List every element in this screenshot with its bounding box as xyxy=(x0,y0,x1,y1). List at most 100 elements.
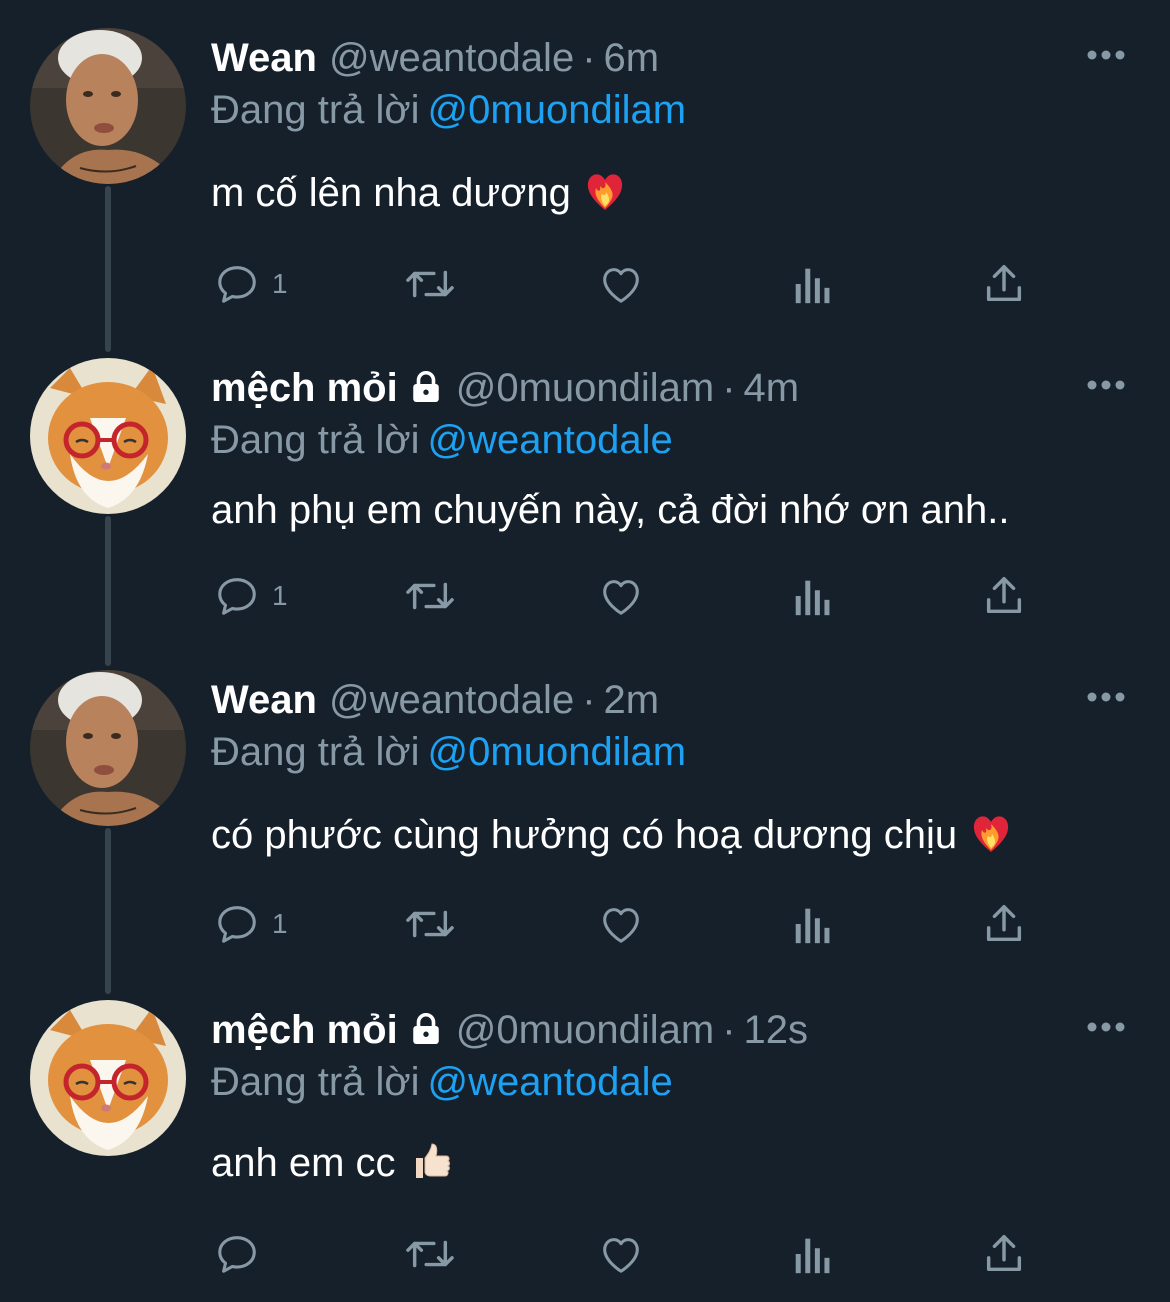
like-button[interactable] xyxy=(597,898,645,950)
reply-icon xyxy=(218,578,256,615)
analytics-button[interactable] xyxy=(792,258,832,310)
person-avatar-image xyxy=(30,670,186,826)
heart-icon xyxy=(603,268,639,303)
avatar[interactable] xyxy=(30,1000,186,1156)
tweet-header: Wean @weantodale · 2m xyxy=(211,678,659,722)
mention-link[interactable]: @0muondilam xyxy=(428,88,687,132)
user-handle[interactable]: @0muondilam xyxy=(456,366,715,410)
replying-label: Đang trả lời xyxy=(211,730,420,774)
reply-button[interactable]: 1 xyxy=(214,258,288,310)
mention-link[interactable]: @0muondilam xyxy=(428,730,687,774)
timestamp[interactable]: 4m xyxy=(744,366,800,410)
retweet-icon xyxy=(406,1240,454,1268)
tweet-text-content: anh phụ em chuyến này, cả đời nhớ ơn anh… xyxy=(211,488,1010,532)
analytics-button[interactable] xyxy=(792,898,832,950)
share-icon xyxy=(986,265,1022,302)
replying-to: Đang trả lời @weantodale xyxy=(211,418,673,462)
mention-link[interactable]: @weantodale xyxy=(428,1060,673,1104)
share-button[interactable] xyxy=(981,570,1027,622)
heart-on-fire-emoji xyxy=(971,810,1011,863)
reply-icon xyxy=(218,1236,256,1273)
retweet-icon xyxy=(406,910,454,938)
display-name[interactable]: Wean xyxy=(211,36,317,80)
analytics-icon xyxy=(795,268,830,304)
tweet[interactable]: Wean @weantodale · 2m Đang trả lời @0muondil… xyxy=(0,642,1170,972)
analytics-button[interactable] xyxy=(792,1228,832,1280)
more-options-icon[interactable] xyxy=(1086,378,1126,390)
retweet-button[interactable] xyxy=(404,1228,456,1280)
analytics-button[interactable] xyxy=(792,570,832,622)
tweet-actions xyxy=(0,1228,1170,1280)
reply-count: 1 xyxy=(272,268,288,299)
display-name[interactable]: mệch mỏi xyxy=(211,1008,398,1052)
replying-label: Đang trả lời xyxy=(211,1060,420,1104)
retweet-icon xyxy=(406,270,454,298)
reply-button[interactable] xyxy=(214,1228,272,1280)
more-options-icon[interactable] xyxy=(1086,690,1126,702)
user-handle[interactable]: @weantodale xyxy=(329,36,574,80)
replying-label: Đang trả lời xyxy=(211,88,420,132)
tweet-header: Wean @weantodale · 6m xyxy=(211,36,659,80)
cat-avatar-image xyxy=(30,358,186,514)
retweet-icon xyxy=(406,582,454,610)
tweet-actions: 1 xyxy=(0,570,1170,622)
analytics-icon xyxy=(795,1238,830,1274)
retweet-button[interactable] xyxy=(404,258,456,310)
more-options-icon[interactable] xyxy=(1086,48,1126,60)
timestamp[interactable]: 6m xyxy=(604,36,660,80)
reply-count: 1 xyxy=(272,580,288,611)
retweet-button[interactable] xyxy=(404,898,456,950)
analytics-icon xyxy=(795,908,830,944)
heart-icon xyxy=(603,1238,639,1273)
tweet[interactable]: Wean @weantodale · 6m Đang trả lời @0muondil… xyxy=(0,0,1170,330)
tweet-text-content: có phước cùng hưởng có hoạ dương chịu xyxy=(211,813,958,857)
reply-count: 1 xyxy=(272,908,288,939)
like-button[interactable] xyxy=(597,1228,645,1280)
more-options-icon[interactable] xyxy=(1086,1020,1126,1032)
tweet-header: mệch mỏi @0muondilam · 4m xyxy=(211,366,799,414)
share-button[interactable] xyxy=(981,1228,1027,1280)
tweet[interactable]: mệch mỏi @0muondilam · 4m Đang trả lời @wean… xyxy=(0,330,1170,642)
share-button[interactable] xyxy=(981,898,1027,950)
replying-to: Đang trả lời @0muondilam xyxy=(211,88,686,132)
timestamp[interactable]: 2m xyxy=(604,678,660,722)
tweet-text-content: m cố lên nha dương xyxy=(211,171,571,215)
lock-icon xyxy=(408,1011,444,1056)
timestamp[interactable]: 12s xyxy=(744,1008,809,1052)
tweet-header: mệch mỏi @0muondilam · 12s xyxy=(211,1008,808,1056)
reply-button[interactable]: 1 xyxy=(214,570,288,622)
avatar[interactable] xyxy=(30,28,186,184)
reply-button[interactable]: 1 xyxy=(214,898,288,950)
share-icon xyxy=(986,577,1022,614)
tweet[interactable]: mệch mỏi @0muondilam · 12s Đang trả lời @wea… xyxy=(0,972,1170,1302)
heart-icon xyxy=(603,908,639,943)
display-name[interactable]: Wean xyxy=(211,678,317,722)
tweet-actions: 1 xyxy=(0,258,1170,310)
lock-icon xyxy=(408,369,444,414)
share-icon xyxy=(986,1235,1022,1272)
avatar[interactable] xyxy=(30,358,186,514)
like-button[interactable] xyxy=(597,258,645,310)
like-button[interactable] xyxy=(597,570,645,622)
share-icon xyxy=(986,905,1022,942)
analytics-icon xyxy=(795,580,830,616)
share-button[interactable] xyxy=(981,258,1027,310)
person-avatar-image xyxy=(30,28,186,184)
separator-dot: · xyxy=(722,366,736,410)
retweet-button[interactable] xyxy=(404,570,456,622)
heart-on-fire-emoji xyxy=(585,168,625,221)
heart-icon xyxy=(603,580,639,615)
tweet-text: anh phụ em chuyến này, cả đời nhớ ơn anh… xyxy=(211,488,1009,532)
reply-icon xyxy=(218,906,256,943)
avatar[interactable] xyxy=(30,670,186,826)
separator-dot: · xyxy=(582,678,596,722)
mention-link[interactable]: @weantodale xyxy=(428,418,673,462)
user-handle[interactable]: @0muondilam xyxy=(456,1008,715,1052)
display-name[interactable]: mệch mỏi xyxy=(211,366,398,410)
tweet-text: m cố lên nha dương xyxy=(211,168,625,221)
separator-dot: · xyxy=(722,1008,736,1052)
cat-avatar-image xyxy=(30,1000,186,1156)
user-handle[interactable]: @weantodale xyxy=(329,678,574,722)
replying-to: Đang trả lời @0muondilam xyxy=(211,730,686,774)
tweet-text: anh em cc xyxy=(211,1140,452,1191)
